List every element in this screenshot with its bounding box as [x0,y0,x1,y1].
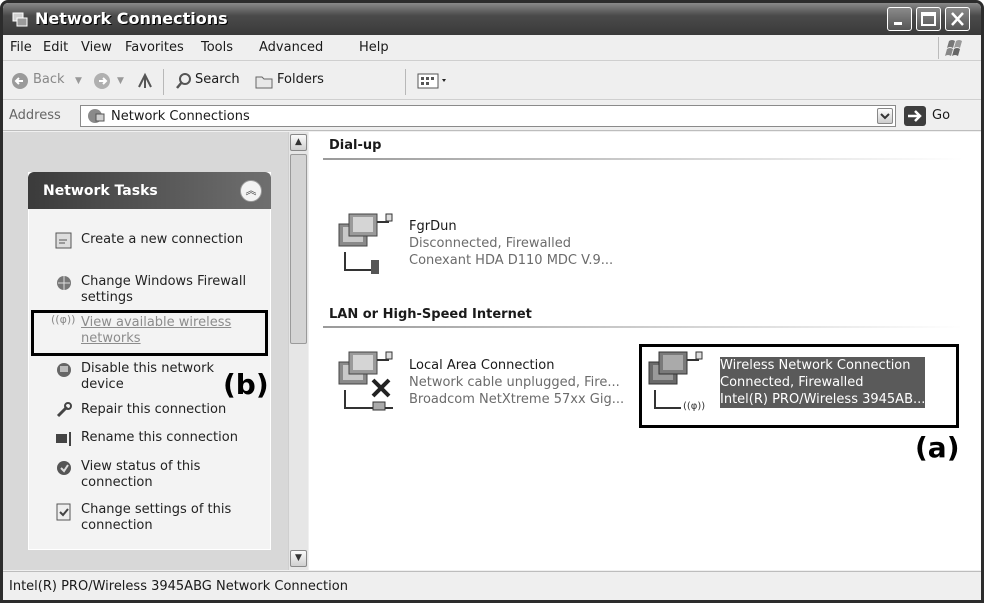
close-button[interactable] [945,7,970,31]
menu-file[interactable]: File [10,40,32,55]
network-tasks-title: Network Tasks [43,183,158,199]
local-area-connection-icon[interactable] [333,350,401,416]
up-folder-icon[interactable] [135,71,155,91]
task-create-connection[interactable]: Create a new connection [81,232,271,248]
connection-name: Local Area Connection [409,358,555,373]
connection-status: Disconnected, Firewalled [409,236,572,251]
title-bar: Network Connections [3,3,981,35]
scroll-up-button[interactable]: ▲ [290,134,307,151]
firewall-icon [57,276,71,290]
address-bar: Address Network Connections Go [3,101,981,131]
annotation-label-b: (b) [223,368,269,401]
group-divider [323,158,963,160]
connection-status: Network cable unplugged, Fire... [409,375,620,390]
connection-name: FgrDun [409,219,457,234]
menu-help[interactable]: Help [359,40,389,55]
minimize-icon [894,22,902,25]
repair-icon [56,402,72,418]
address-value: Network Connections [111,109,250,124]
windows-logo [938,37,974,59]
go-arrow-icon [908,110,922,122]
back-arrow-icon [12,73,28,89]
annotation-label-a: (a) [915,431,960,464]
windows-flag-icon [945,40,962,56]
menu-edit[interactable]: Edit [43,40,68,55]
local-area-connection-text[interactable]: Local Area Connection Network cable unpl… [409,357,624,408]
status-icon [57,461,71,475]
folders-icon [255,76,273,89]
task-repair-connection[interactable]: Repair this connection [81,402,271,418]
forward-arrow-icon[interactable] [93,72,111,90]
annotation-box-a [639,344,959,428]
window-title: Network Connections [35,9,228,28]
group-divider [323,326,963,328]
task-rename-connection[interactable]: Rename this connection [81,430,271,446]
menu-advanced[interactable]: Advanced [259,40,323,55]
disable-icon [57,363,71,377]
rename-icon [56,432,71,446]
back-button[interactable]: Back [33,72,65,87]
toolbar-separator [163,69,164,95]
menu-bar: File Edit View Favorites Tools Advanced … [3,35,981,61]
menu-tools[interactable]: Tools [201,40,233,55]
group-lan-title: LAN or High-Speed Internet [329,307,532,322]
new-connection-icon [55,232,72,249]
menu-view[interactable]: View [81,40,112,55]
group-dialup-title: Dial-up [329,138,382,153]
annotation-box-b [31,310,268,356]
forward-dropdown-icon[interactable]: ▼ [117,76,124,86]
address-label: Address [9,108,61,123]
go-button[interactable] [904,106,926,126]
views-icon[interactable] [417,72,451,90]
maximize-icon [921,12,936,26]
folders-button[interactable]: Folders [277,72,324,87]
scroll-down-button[interactable]: ▼ [290,550,307,567]
toolbar: Back ▼ ▼ Search Folders [3,62,981,100]
task-change-firewall[interactable]: Change Windows Firewall settings [81,274,271,306]
address-input[interactable]: Network Connections [80,105,896,127]
task-view-status[interactable]: View status of this connection [81,459,231,491]
address-dropdown-button[interactable] [877,108,893,124]
chevron-down-icon [880,113,890,120]
minimize-button[interactable] [887,7,912,31]
task-change-settings[interactable]: Change settings of this connection [81,502,251,534]
go-label[interactable]: Go [932,108,950,123]
scroll-thumb[interactable] [290,154,307,344]
menu-favorites[interactable]: Favorites [125,40,184,55]
collapse-chevron-icon[interactable]: ︽ [240,180,262,202]
toolbar-separator [405,69,406,95]
vertical-scrollbar[interactable]: ▲ ▼ [288,132,308,570]
search-button[interactable]: Search [195,72,240,87]
dialup-connection-text[interactable]: FgrDun Disconnected, Firewalled Conexant… [409,218,613,269]
network-folder-icon [12,12,28,27]
connection-device: Conexant HDA D110 MDC V.9... [409,253,614,268]
network-tasks-header[interactable]: Network Tasks ︽ [28,172,271,209]
network-connections-window: Network Connections File Edit View Favor… [0,0,984,603]
back-dropdown-icon[interactable]: ▼ [75,76,82,86]
settings-icon [56,503,71,521]
dialup-connection-icon[interactable] [333,212,401,278]
maximize-button[interactable] [916,7,941,31]
task-disable-device[interactable]: Disable this network device [81,361,226,393]
network-globe-icon [88,109,105,123]
connection-device: Broadcom NetXtreme 57xx Gig... [409,392,625,407]
close-icon [951,12,964,26]
status-text: Intel(R) PRO/Wireless 3945ABG Network Co… [9,579,348,594]
search-icon [176,73,191,89]
status-bar: Intel(R) PRO/Wireless 3945ABG Network Co… [3,571,981,600]
